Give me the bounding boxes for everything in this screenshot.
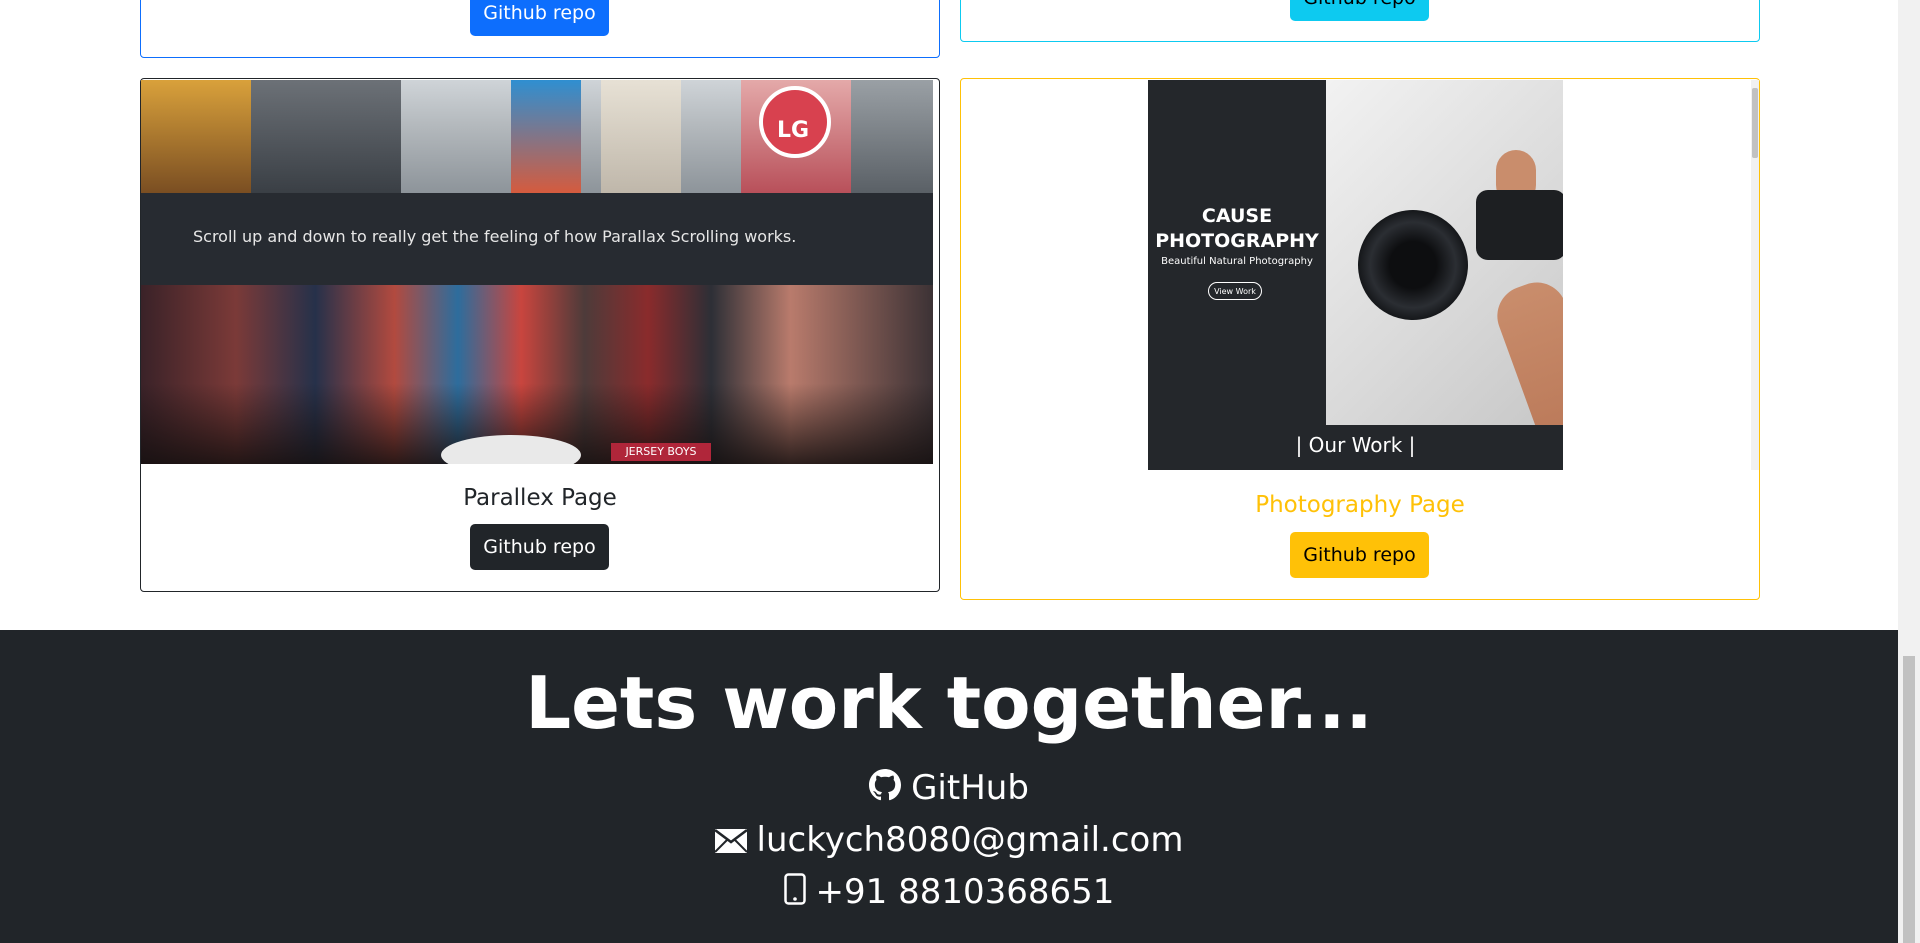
- phone-link[interactable]: +91 8810368651: [0, 870, 1898, 916]
- preview-banner: Scroll up and down to really get the fee…: [141, 193, 933, 285]
- github-repo-button[interactable]: Github repo: [1290, 532, 1429, 578]
- preview-street-image: JERSEY BOYS: [141, 285, 933, 464]
- preview-title: CAUSE PHOTOGRAPHY: [1155, 205, 1319, 252]
- email-address: luckych8080@gmail.com: [756, 820, 1184, 860]
- github-label: GitHub: [911, 768, 1029, 808]
- preview-subtitle: Beautiful Natural Photography: [1161, 256, 1313, 267]
- github-repo-button[interactable]: Github repo: [1290, 0, 1429, 21]
- email-link[interactable]: luckych8080@gmail.com: [0, 818, 1898, 864]
- lg-logo: LG: [759, 86, 831, 158]
- preview-scrollbar-thumb[interactable]: [1752, 88, 1758, 158]
- parallax-preview[interactable]: LG Scroll up and down to really get the …: [141, 80, 933, 464]
- camera-image: [1326, 80, 1563, 470]
- card-title: Photography Page: [1255, 492, 1465, 518]
- preview-skyline: LG: [141, 80, 933, 193]
- phone-icon: [783, 872, 806, 916]
- github-repo-button[interactable]: Github repo: [470, 524, 609, 570]
- page-scrollbar-thumb[interactable]: [1903, 656, 1915, 943]
- contact-footer: Lets work together... GitHub luckych8080…: [0, 630, 1898, 943]
- github-repo-button[interactable]: Github repo: [470, 0, 609, 36]
- preview-text: Scroll up and down to really get the fee…: [193, 227, 797, 246]
- view-work-button[interactable]: View Work: [1208, 282, 1262, 300]
- phone-number: +91 8810368651: [815, 872, 1115, 912]
- photography-preview[interactable]: CAUSE PHOTOGRAPHY Beautiful Natural Phot…: [1148, 80, 1563, 470]
- footer-heading: Lets work together...: [525, 661, 1373, 745]
- preview-sidebar: CAUSE PHOTOGRAPHY Beautiful Natural Phot…: [1148, 80, 1326, 470]
- card-title: Parallex Page: [463, 485, 617, 511]
- github-link[interactable]: GitHub: [0, 766, 1898, 812]
- preview-footer: | Our Work |: [1148, 425, 1563, 470]
- envelope-icon: [713, 820, 748, 864]
- github-icon: [869, 768, 902, 812]
